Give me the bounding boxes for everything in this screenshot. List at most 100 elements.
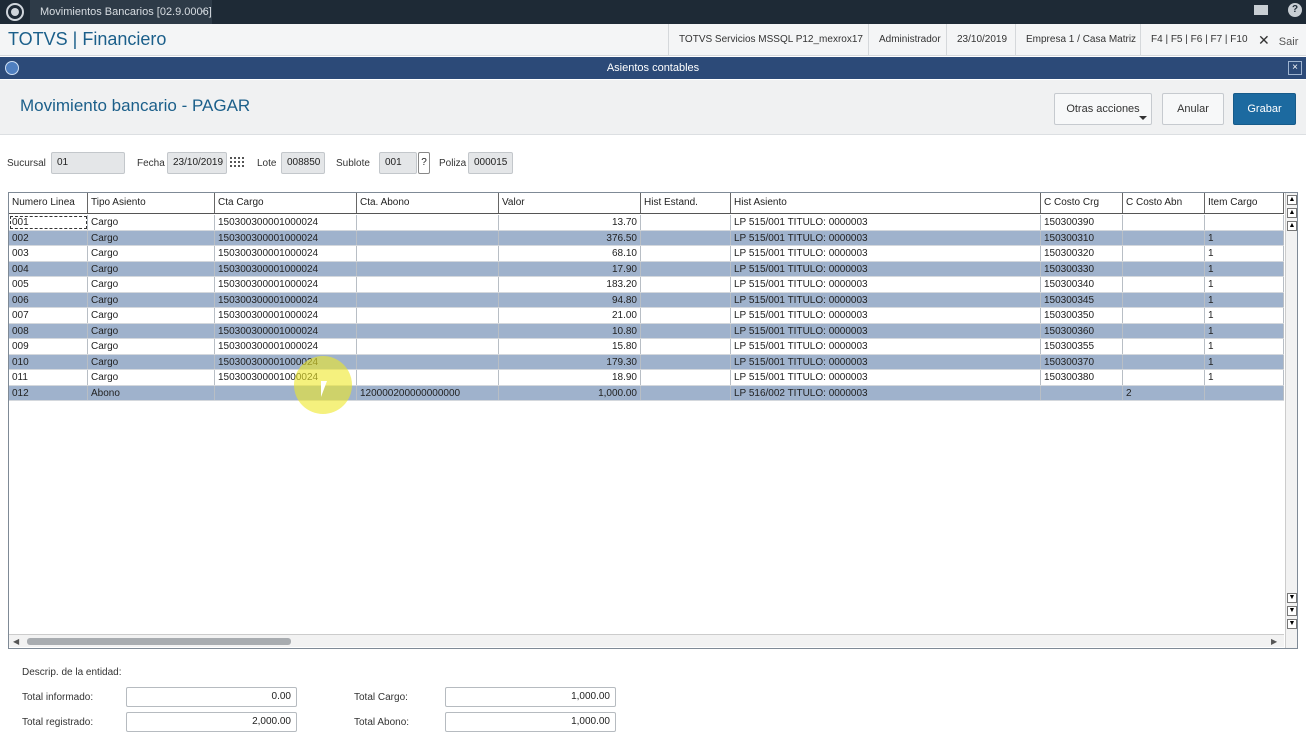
cell-c-costo-abn[interactable] <box>1123 370 1205 385</box>
sublote-help-button[interactable]: ? <box>418 152 430 174</box>
cell-numero-linea[interactable]: 008 <box>9 323 88 338</box>
save-button[interactable]: Grabar <box>1233 93 1296 125</box>
cell-numero-linea[interactable]: 005 <box>9 277 88 292</box>
table-row[interactable]: 005 Cargo 150300300001000024 183.20 LP 515/0… <box>9 277 1284 293</box>
cell-hist-estand[interactable] <box>641 339 731 354</box>
exit-button[interactable]: ✕ Sair <box>1258 24 1298 56</box>
cancel-button[interactable]: Anular <box>1162 93 1224 125</box>
cell-c-costo-crg[interactable]: 150300320 <box>1041 246 1123 261</box>
cell-item-cargo[interactable]: 1 <box>1205 370 1284 385</box>
cell-hist-asiento[interactable]: LP 515/001 TITULO: 0000003 <box>731 339 1041 354</box>
cell-tipo-asiento[interactable]: Cargo <box>88 246 215 261</box>
other-actions-button[interactable]: Otras acciones <box>1054 93 1152 125</box>
cell-c-costo-abn[interactable] <box>1123 339 1205 354</box>
column-header-c-costo-crg[interactable]: C Costo Crg <box>1041 193 1123 213</box>
cell-cta-abono[interactable]: 120000200000000000 <box>357 385 499 400</box>
cell-hist-estand[interactable] <box>641 385 731 400</box>
column-header-tipo-asiento[interactable]: Tipo Asiento <box>88 193 215 213</box>
cell-valor[interactable]: 68.10 <box>499 246 641 261</box>
cell-tipo-asiento[interactable]: Cargo <box>88 323 215 338</box>
cell-tipo-asiento[interactable]: Cargo <box>88 370 215 385</box>
scroll-up-icon[interactable]: ▲ <box>1287 221 1297 231</box>
calendar-icon[interactable] <box>230 157 244 169</box>
mail-icon[interactable] <box>1254 5 1268 15</box>
cell-valor[interactable]: 179.30 <box>499 354 641 369</box>
cell-c-costo-abn[interactable] <box>1123 277 1205 292</box>
scroll-left-icon[interactable]: ◀ <box>13 637 19 646</box>
cell-hist-estand[interactable] <box>641 215 731 230</box>
cell-numero-linea[interactable]: 003 <box>9 246 88 261</box>
horizontal-scrollbar[interactable]: ◀ ▶ <box>9 634 1284 647</box>
column-header-hist-estand[interactable]: Hist Estand. <box>641 193 731 213</box>
cell-cta-abono[interactable] <box>357 370 499 385</box>
total-cargo-field[interactable]: 1,000.00 <box>445 687 616 707</box>
cell-c-costo-abn[interactable] <box>1123 246 1205 261</box>
cell-item-cargo[interactable]: 1 <box>1205 354 1284 369</box>
cell-valor[interactable]: 1,000.00 <box>499 385 641 400</box>
cell-hist-asiento[interactable]: LP 515/001 TITULO: 0000003 <box>731 215 1041 230</box>
cell-numero-linea[interactable]: 009 <box>9 339 88 354</box>
cell-numero-linea[interactable]: 002 <box>9 230 88 245</box>
cell-cta-abono[interactable] <box>357 339 499 354</box>
cell-hist-asiento[interactable]: LP 515/001 TITULO: 0000003 <box>731 292 1041 307</box>
cell-c-costo-abn[interactable] <box>1123 354 1205 369</box>
sublote-field[interactable]: 001 <box>379 152 417 174</box>
cell-item-cargo[interactable]: 1 <box>1205 230 1284 245</box>
table-row[interactable]: 006 Cargo 150300300001000024 94.80 LP 515/00… <box>9 292 1284 308</box>
sucursal-field[interactable]: 01 <box>51 152 125 174</box>
cell-numero-linea[interactable]: 004 <box>9 261 88 276</box>
cell-cta-cargo[interactable]: 150300300001000024 <box>215 308 357 323</box>
help-icon[interactable]: ? <box>1288 3 1302 17</box>
cell-c-costo-abn[interactable] <box>1123 261 1205 276</box>
cell-valor[interactable]: 21.00 <box>499 308 641 323</box>
column-header-numero-linea[interactable]: Numero Linea <box>9 193 88 213</box>
table-row[interactable]: 003 Cargo 150300300001000024 68.10 LP 515/00… <box>9 246 1284 262</box>
cell-cta-abono[interactable] <box>357 354 499 369</box>
scroll-page-down-icon[interactable]: ▼ <box>1287 606 1297 616</box>
tab-movimientos-bancarios[interactable]: Movimientos Bancarios [02.9.0006] × <box>30 0 212 24</box>
cell-cta-abono[interactable] <box>357 323 499 338</box>
total-informado-field[interactable]: 0.00 <box>126 687 297 707</box>
lote-field[interactable]: 008850 <box>281 152 325 174</box>
cell-cta-cargo[interactable]: 150300300001000024 <box>215 277 357 292</box>
cell-c-costo-abn[interactable] <box>1123 323 1205 338</box>
table-row[interactable]: 009 Cargo 150300300001000024 15.80 LP 515/00… <box>9 339 1284 355</box>
cell-item-cargo[interactable]: 1 <box>1205 339 1284 354</box>
cell-valor[interactable]: 94.80 <box>499 292 641 307</box>
scroll-page-up-icon[interactable]: ▲ <box>1287 208 1297 218</box>
cell-hist-asiento[interactable]: LP 515/001 TITULO: 0000003 <box>731 308 1041 323</box>
cell-hist-estand[interactable] <box>641 323 731 338</box>
cell-tipo-asiento[interactable]: Cargo <box>88 215 215 230</box>
cell-cta-cargo[interactable]: 150300300001000024 <box>215 292 357 307</box>
scroll-down-icon[interactable]: ▼ <box>1287 593 1297 603</box>
cell-valor[interactable]: 13.70 <box>499 215 641 230</box>
cell-hist-asiento[interactable]: LP 515/001 TITULO: 0000003 <box>731 323 1041 338</box>
cell-item-cargo[interactable]: 1 <box>1205 308 1284 323</box>
cell-hist-asiento[interactable]: LP 515/001 TITULO: 0000003 <box>731 370 1041 385</box>
cell-cta-cargo[interactable]: 150300300001000024 <box>215 339 357 354</box>
cell-c-costo-crg[interactable]: 150300360 <box>1041 323 1123 338</box>
cell-item-cargo[interactable]: 1 <box>1205 246 1284 261</box>
tab-close-icon[interactable]: × <box>200 0 206 24</box>
cell-item-cargo[interactable]: 1 <box>1205 277 1284 292</box>
cell-valor[interactable]: 17.90 <box>499 261 641 276</box>
column-header-item-cargo[interactable]: Item Cargo <box>1205 193 1284 213</box>
column-header-cta-cargo[interactable]: Cta Cargo <box>215 193 357 213</box>
cell-tipo-asiento[interactable]: Cargo <box>88 354 215 369</box>
table-row[interactable]: 008 Cargo 150300300001000024 10.80 LP 515/00… <box>9 323 1284 339</box>
table-row[interactable]: 004 Cargo 150300300001000024 17.90 LP 515/00… <box>9 261 1284 277</box>
cell-item-cargo[interactable]: 1 <box>1205 292 1284 307</box>
scroll-top-icon[interactable]: ▲ <box>1287 195 1297 205</box>
cell-cta-cargo[interactable]: 150300300001000024 <box>215 261 357 276</box>
cell-hist-asiento[interactable]: LP 515/001 TITULO: 0000003 <box>731 354 1041 369</box>
total-abono-field[interactable]: 1,000.00 <box>445 712 616 732</box>
cell-c-costo-crg[interactable]: 150300350 <box>1041 308 1123 323</box>
cell-hist-estand[interactable] <box>641 246 731 261</box>
table-row[interactable]: 002 Cargo 150300300001000024 376.50 LP 515/0… <box>9 230 1284 246</box>
cell-cta-abono[interactable] <box>357 308 499 323</box>
cell-cta-abono[interactable] <box>357 215 499 230</box>
cell-cta-abono[interactable] <box>357 261 499 276</box>
cell-tipo-asiento[interactable]: Cargo <box>88 339 215 354</box>
cell-numero-linea[interactable]: 011 <box>9 370 88 385</box>
cell-item-cargo[interactable]: 1 <box>1205 323 1284 338</box>
